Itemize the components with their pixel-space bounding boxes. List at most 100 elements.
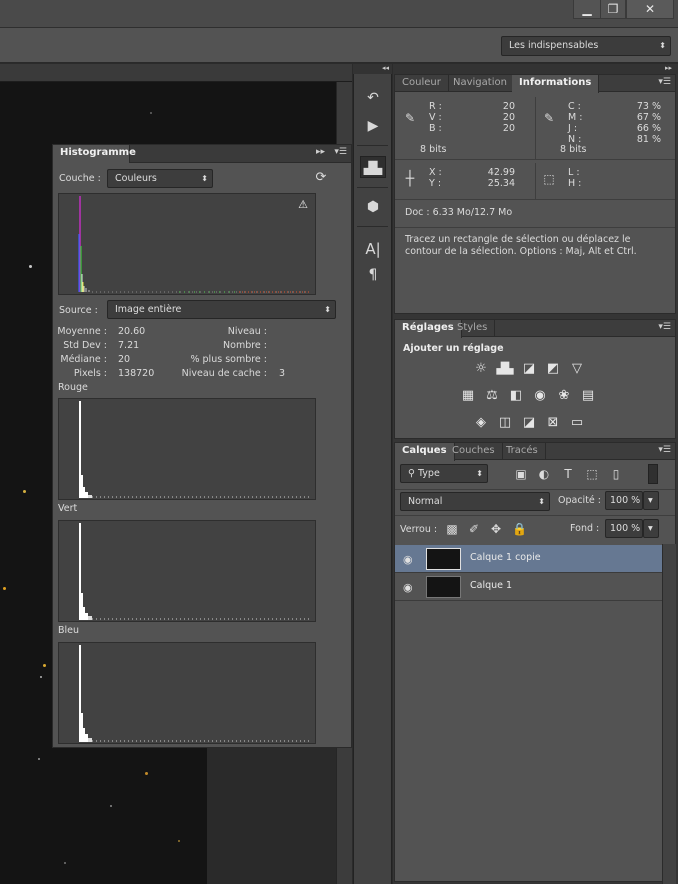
photo-filter-icon[interactable]: ◉ <box>530 387 550 405</box>
minimize-icon: ▁ <box>582 2 592 16</box>
doc-size: Doc : 6.33 Mo/12.7 Mo <box>405 207 513 218</box>
source-label: Source : <box>59 305 98 316</box>
layer-row[interactable]: ◉ Calque 1 copie <box>395 545 662 573</box>
posterize-icon[interactable]: ◫ <box>495 414 515 432</box>
star <box>43 664 46 667</box>
stat-value-stddev: 7.21 <box>118 340 140 351</box>
layer-filter-select[interactable]: ⚲ Type ⬍ <box>400 464 488 483</box>
fill-input[interactable]: 100 % <box>605 519 643 538</box>
collapse-arrows-icon[interactable]: ◂◂ <box>353 64 392 74</box>
smart-object-filter-icon[interactable]: ▯ <box>609 467 623 481</box>
info-divider <box>395 199 675 200</box>
source-value: Image entière <box>115 304 182 315</box>
close-button[interactable]: ✕ <box>626 0 674 19</box>
stat-label-count: Nombre : <box>223 340 267 351</box>
tab-couleur[interactable]: Couleur <box>395 75 449 92</box>
close-icon: ✕ <box>644 2 656 16</box>
dock-divider <box>357 226 388 227</box>
star <box>178 840 180 842</box>
refresh-icon[interactable]: ⟳ <box>314 171 328 185</box>
color-lookup-icon[interactable]: ▤ <box>578 387 598 405</box>
lock-paint-icon[interactable]: ✐ <box>467 522 481 536</box>
panel-menu-icon[interactable]: ▾☰ <box>658 77 671 87</box>
layer-thumbnail <box>426 548 461 570</box>
history-icon[interactable]: ↶ <box>360 87 386 109</box>
tab-informations[interactable]: Informations <box>512 75 600 93</box>
lock-all-icon[interactable]: 🔒 <box>512 522 527 536</box>
tab-traces[interactable]: Tracés <box>499 443 546 460</box>
shape-filter-icon[interactable]: ⬚ <box>585 467 599 481</box>
workspace-select[interactable]: Les indispensables ⬍ <box>501 36 671 56</box>
paragraph-icon[interactable]: ¶ <box>360 264 386 286</box>
minimize-button[interactable]: ▁ <box>573 0 601 19</box>
histogram-blue-graph <box>58 642 316 744</box>
actions-play-icon[interactable]: ▶ <box>360 115 386 137</box>
panel-menu-icon[interactable]: ▾☰ <box>658 322 671 332</box>
lock-transparency-icon[interactable]: ▩ <box>445 522 459 536</box>
levels-icon[interactable]: ▟▙ <box>495 360 515 378</box>
brightness-icon[interactable]: ☼ <box>471 360 491 378</box>
channel-select[interactable]: Couleurs ⬍ <box>107 169 213 188</box>
layer-thumbnail <box>426 576 461 598</box>
adjustment-filter-icon[interactable]: ◐ <box>537 467 551 481</box>
black-white-icon[interactable]: ◧ <box>506 387 526 405</box>
gradient-map-icon[interactable]: ▭ <box>567 414 587 432</box>
histogram-colors-graph: ⚠ <box>58 193 316 295</box>
opacity-input[interactable]: 100 % <box>605 491 643 510</box>
rgb-bits: 8 bits <box>420 144 447 155</box>
3d-icon[interactable]: ⬢ <box>360 196 386 218</box>
document-tab-bar <box>0 64 352 82</box>
layers-scrollbar[interactable] <box>662 544 676 884</box>
selective-color-icon[interactable]: ⊠ <box>543 414 563 432</box>
tab-histogramme[interactable]: Histogramme <box>53 145 136 163</box>
color-balance-icon[interactable]: ⚖ <box>482 387 502 405</box>
exposure-icon[interactable]: ◩ <box>543 360 563 378</box>
collapse-arrows-icon[interactable]: ▸▸ <box>393 64 678 74</box>
panel-menu-icon[interactable]: ▾☰ <box>334 147 347 157</box>
invert-icon[interactable]: ◈ <box>471 414 491 432</box>
vibrance-icon[interactable]: ▽ <box>567 360 587 378</box>
lock-position-icon[interactable]: ✥ <box>489 522 503 536</box>
eye-icon[interactable]: ◉ <box>403 553 413 566</box>
tab-couches[interactable]: Couches <box>445 443 503 460</box>
hue-saturation-icon[interactable]: ▦ <box>458 387 478 405</box>
tab-styles[interactable]: Styles <box>450 320 496 337</box>
stat-label-percentile: % plus sombre : <box>190 354 267 365</box>
eye-icon[interactable]: ◉ <box>403 581 413 594</box>
title-bar: ▁ ❐ ✕ <box>0 0 678 28</box>
source-select[interactable]: Image entière ⬍ <box>107 300 336 319</box>
info-divider <box>395 227 675 228</box>
histogram-icon[interactable]: ▟▙ <box>360 156 386 178</box>
channel-mixer-icon[interactable]: ❀ <box>554 387 574 405</box>
adjustments-panel: Réglages Styles ▾☰ Ajouter un réglage ☼ … <box>394 319 676 439</box>
star <box>110 805 112 807</box>
filter-toggle[interactable] <box>648 464 658 484</box>
blend-mode-value: Normal <box>408 496 443 507</box>
stat-label-pixels: Pixels : <box>73 368 107 379</box>
star <box>38 758 40 760</box>
tab-navigation[interactable]: Navigation <box>446 75 515 92</box>
expand-arrows-icon[interactable]: ▸▸ <box>316 147 325 157</box>
rgb-value-v: 20 <box>502 112 515 123</box>
threshold-icon[interactable]: ◪ <box>519 414 539 432</box>
opacity-value: 100 % <box>610 495 641 506</box>
curves-icon[interactable]: ◪ <box>519 360 539 378</box>
opacity-slider-button[interactable]: ▾ <box>643 491 659 510</box>
panel-menu-icon[interactable]: ▾☰ <box>658 445 671 455</box>
cmyk-value-j: 66 % <box>636 123 661 134</box>
stat-label-level: Niveau : <box>227 326 267 337</box>
type-filter-icon[interactable]: T <box>561 467 575 481</box>
blend-mode-select[interactable]: Normal ⬍ <box>400 492 550 511</box>
restore-button[interactable]: ❐ <box>600 0 626 19</box>
coord-value-y: 25.34 <box>487 178 515 189</box>
chevron-down-icon: ▾ <box>648 495 653 506</box>
channel-label: Couche : <box>59 173 101 184</box>
info-divider <box>535 163 536 199</box>
crosshair-icon: ┼ <box>405 171 415 187</box>
fill-slider-button[interactable]: ▾ <box>643 519 659 538</box>
stat-label-mean: Moyenne : <box>57 326 107 337</box>
layer-row[interactable]: ◉ Calque 1 <box>395 573 662 601</box>
stat-label-stddev: Std Dev : <box>63 340 107 351</box>
pixel-filter-icon[interactable]: ▣ <box>514 467 528 481</box>
character-icon[interactable]: A| <box>360 238 386 260</box>
